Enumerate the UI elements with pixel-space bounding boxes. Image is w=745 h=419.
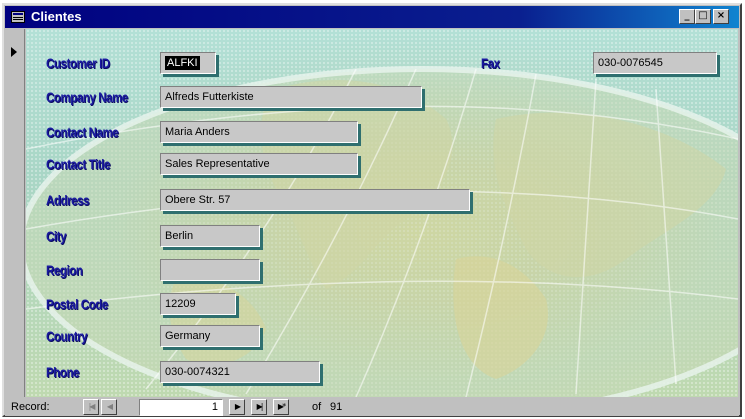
address-field[interactable]: Obere Str. 57 — [160, 189, 470, 211]
minimize-button[interactable]: _ — [679, 9, 695, 24]
record-number-input[interactable]: 1 — [139, 399, 223, 416]
previous-record-button[interactable]: ◀ — [101, 399, 117, 415]
new-record-button[interactable]: ▶* — [273, 399, 289, 415]
record-navigation-bar: Record: |◀ ◀ 1 ▶ ▶| ▶* of 91 — [5, 398, 739, 416]
form-window: Clientes _ □ × Customer ID ALFKI Fax 030… — [2, 3, 742, 417]
fax-label: Fax — [481, 55, 500, 71]
fax-field[interactable]: 030-0076545 — [593, 52, 717, 74]
country-field[interactable]: Germany — [160, 325, 260, 347]
postal-code-label: Postal Code — [46, 296, 108, 312]
contact-title-label: Contact Title — [46, 156, 110, 172]
maximize-button[interactable]: □ — [695, 9, 711, 24]
city-label: City — [46, 228, 67, 244]
customer-id-field[interactable]: ALFKI — [160, 52, 216, 74]
region-label: Region — [46, 262, 83, 278]
phone-field[interactable]: 030-0074321 — [160, 361, 320, 383]
company-name-label: Company Name — [46, 89, 128, 105]
region-field[interactable] — [160, 259, 260, 281]
postal-code-field[interactable]: 12209 — [160, 293, 236, 315]
last-record-button[interactable]: ▶| — [251, 399, 267, 415]
customer-id-label: Customer ID — [46, 55, 110, 71]
contact-title-field[interactable]: Sales Representative — [160, 153, 358, 175]
world-map-background — [26, 66, 738, 397]
window-title: Clientes — [31, 9, 82, 24]
form-icon[interactable] — [11, 11, 25, 23]
city-field[interactable]: Berlin — [160, 225, 260, 247]
customer-id-value: ALFKI — [165, 56, 200, 70]
address-label: Address — [46, 192, 90, 208]
close-button[interactable]: × — [713, 9, 729, 24]
title-bar[interactable]: Clientes _ □ × — [5, 6, 739, 28]
phone-label: Phone — [46, 364, 80, 380]
record-label: Record: — [11, 401, 50, 413]
form-detail: Customer ID ALFKI Fax 030-0076545 Compan… — [26, 29, 738, 397]
current-record-arrow-icon — [11, 47, 17, 57]
company-name-field[interactable]: Alfreds Futterkiste — [160, 86, 422, 108]
record-total: 91 — [330, 401, 343, 413]
next-record-button[interactable]: ▶ — [229, 399, 245, 415]
country-label: Country — [46, 328, 88, 344]
record-of-label: of — [312, 401, 322, 413]
record-selector[interactable] — [5, 29, 25, 397]
contact-name-field[interactable]: Maria Anders — [160, 121, 358, 143]
contact-name-label: Contact Name — [46, 124, 119, 140]
first-record-button[interactable]: |◀ — [83, 399, 99, 415]
